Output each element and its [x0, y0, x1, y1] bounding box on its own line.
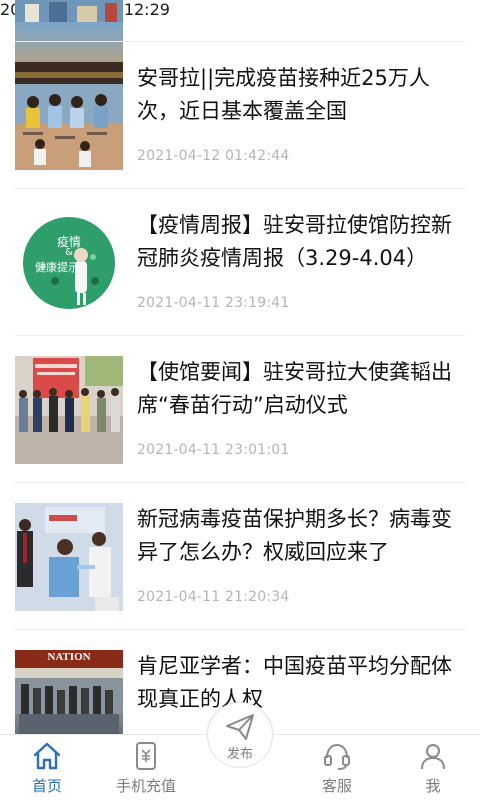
news-item[interactable]: 新冠病毒疫苗保护期多长？病毒变异了怎么办？权威回应来了 2021-04-11 2…	[0, 483, 480, 630]
headset-icon	[322, 741, 352, 771]
news-title: 【疫情周报】驻安哥拉使馆防控新冠肺炎疫情周报（3.29-4.04）	[137, 213, 452, 270]
publish-button[interactable]: 发布	[207, 702, 273, 768]
news-thumbnail	[15, 0, 123, 22]
tab-service-label: 客服	[321, 777, 352, 795]
phone-recharge-icon	[131, 741, 161, 771]
news-title: 安哥拉||完成疫苗接种近25万人次，近日基本覆盖全国	[137, 66, 430, 123]
news-feed: 2021-04-12 03:12:29	[0, 0, 480, 734]
user-icon	[418, 741, 448, 771]
news-date: 2021-04-11 21:20:34	[137, 589, 290, 605]
tab-service[interactable]: 客服	[304, 735, 370, 800]
thumb-text: NATION	[47, 651, 91, 663]
thumb-text: &	[65, 247, 73, 258]
news-item[interactable]: 【使馆要闻】驻安哥拉大使龚韬出席“春苗行动”启动仪式 2021-04-11 23…	[0, 336, 480, 483]
thumb-text: 健康提示	[35, 261, 79, 274]
tab-recharge[interactable]: 手机充值	[104, 735, 188, 800]
news-date: 2021-04-12 01:42:44	[137, 148, 290, 164]
news-date: 2021-04-11 23:19:41	[137, 295, 290, 311]
news-thumbnail	[15, 503, 123, 611]
tab-home[interactable]: 首页	[14, 735, 80, 800]
news-title: 【使馆要闻】驻安哥拉大使龚韬出席“春苗行动”启动仪式	[137, 360, 452, 417]
home-icon	[32, 741, 62, 771]
news-thumbnail: 疫情 & 健康提示	[15, 209, 123, 317]
publish-label: 发布	[226, 747, 253, 762]
tab-home-label: 首页	[31, 777, 62, 795]
news-thumbnail	[15, 356, 123, 464]
news-thumbnail	[15, 62, 123, 170]
news-item[interactable]: 疫情 & 健康提示 【疫情周报】驻安哥拉使馆防控新冠肺炎疫情周报（3.29-4.…	[0, 189, 480, 336]
news-title: 新冠病毒疫苗保护期多长？病毒变异了怎么办？权威回应来了	[137, 507, 452, 564]
news-title: 肯尼亚学者：中国疫苗平均分配体现真正的人权	[137, 654, 452, 711]
tab-recharge-label: 手机充值	[115, 777, 176, 795]
news-date: 2021-04-11 23:01:01	[137, 442, 290, 458]
news-thumbnail: NATION	[15, 650, 123, 734]
paper-plane-icon	[225, 713, 255, 741]
news-item[interactable]: 安哥拉||完成疫苗接种近25万人次，近日基本覆盖全国 2021-04-12 01…	[0, 42, 480, 189]
tab-me[interactable]: 我	[400, 735, 466, 800]
tab-me-label: 我	[425, 777, 441, 795]
